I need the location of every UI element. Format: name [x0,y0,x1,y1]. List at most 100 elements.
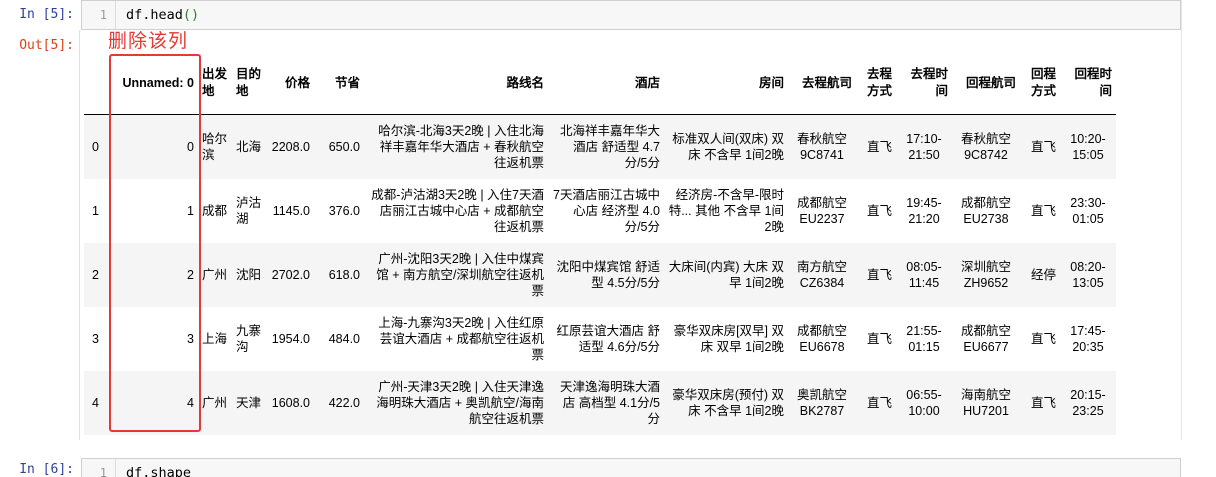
cell-route: 广州-天津3天2晚 | 入住天津逸海明珠大酒店 + 奥凯航空/海南航空往返机票 [376,379,544,426]
cell-back-time: 10:20-15:05 [1070,131,1106,162]
cell-back-time: 08:20-13:05 [1070,259,1106,290]
cell-back-time: 17:45-20:35 [1070,323,1106,354]
cell-unnamed: 0 [187,139,194,154]
col-header-save: 节省 [314,52,364,115]
cell-price: 1954.0 [271,331,310,346]
cell-to: 北海 [236,139,262,154]
col-header-go-time: 去程时间 [896,52,952,115]
cell-from: 哈尔滨 [202,131,228,162]
cell-unnamed: 2 [187,267,194,282]
cell-back-type: 经停 [1030,267,1056,282]
cell-back-airline: 深圳航空 ZH9652 [960,259,1011,290]
cell-hotel: 北海祥丰嘉年华大酒店 舒适型 4.7分/5分 [559,123,660,170]
cell-go-airline: 成都航空 EU2237 [796,195,847,226]
cell-unnamed: 1 [187,203,194,218]
table-row: 2 2 广州 沈阳 2702.0 618.0 广州-沈阳3天2晚 | 入住中煤宾… [84,242,1116,307]
cell5-in-prompt: In [5]: [19,7,74,22]
col-header-to: 目的地 [232,52,266,115]
col-header-room: 房间 [664,52,788,115]
scrollbar-edge [1181,0,1182,440]
cell-go-type: 直飞 [866,139,892,154]
cell-to: 泸沽湖 [236,195,262,226]
cell-go-type: 直飞 [866,267,892,282]
cell-back-type: 直飞 [1030,331,1056,346]
table-header-row: Unnamed: 0 出发地 目的地 价格 节省 路线名 酒店 房间 去程航司 … [84,52,1116,115]
cell-price: 2208.0 [271,139,310,154]
cell-to: 沈阳 [236,267,262,282]
row-index: 3 [92,331,99,346]
table-row: 3 3 上海 九寨沟 1954.0 484.0 上海-九寨沟3天2晚 | 入住红… [84,307,1116,371]
col-header-price: 价格 [266,52,314,115]
cell-room: 豪华双床房[双早] 双床 双早 1间2晚 [673,323,784,354]
output-frame [79,30,80,440]
cell-unnamed: 4 [187,395,194,410]
cell-from: 上海 [202,331,228,346]
cell-go-time: 17:10-21:50 [906,131,942,162]
cell-go-airline: 奥凯航空 BK2787 [796,387,847,418]
cell-back-type: 直飞 [1030,395,1056,410]
cell-save: 422.0 [328,395,360,410]
col-header-unnamed: Unnamed: 0 [106,52,198,115]
cell-go-time: 21:55-01:15 [906,323,942,354]
cell-price: 1608.0 [271,395,310,410]
cell-price: 2702.0 [271,267,310,282]
cell-save: 650.0 [328,139,360,154]
col-header-back-time: 回程时间 [1060,52,1116,115]
code-text: df.head [126,7,183,23]
cell-go-time: 06:55-10:00 [906,387,942,418]
cell5-code[interactable]: df.head() [126,1,199,29]
table-row: 0 0 哈尔滨 北海 2208.0 650.0 哈尔滨-北海3天2晚 | 入住北… [84,114,1116,179]
col-header-from: 出发地 [198,52,232,115]
cell-hotel: 红原芸谊大酒店 舒适型 4.6分/5分 [556,323,660,354]
cell-from: 成都 [202,203,228,218]
cell-room: 标准双人间(双床) 双床 不含早 1间2晚 [672,131,784,162]
col-header-back-type: 回程方式 [1020,52,1060,115]
cell-back-time: 23:30-01:05 [1070,195,1106,226]
cell6-code-input[interactable]: 1 df.shape [81,458,1181,477]
cell-back-airline: 海南航空 HU7201 [960,387,1011,418]
cell-from: 广州 [202,267,228,282]
cell-room: 大床间(内宾) 大床 双早 1间2晚 [668,259,784,290]
cell-route: 成都-泸沽湖3天2晚 | 入住7天酒店丽江古城中心店 + 成都航空往返机票 [371,187,544,234]
notebook: In [5]: 1 df.head() Out[5]: Unnamed: 0 出… [0,0,1216,477]
cell-room: 豪华双床房(预付) 双床 不含早 1间2晚 [672,387,784,418]
cell-back-airline: 春秋航空 9C8742 [960,131,1011,162]
cell-back-airline: 成都航空 EU6677 [960,323,1011,354]
col-header-go-type: 去程方式 [856,52,896,115]
cell-go-type: 直飞 [866,331,892,346]
cell6-code[interactable]: df.shape [126,459,191,477]
col-header-back-airline: 回程航司 [952,52,1020,115]
cell-save: 376.0 [328,203,360,218]
cell-room: 经济房-不含早-限时特... 其他 不含早 1间2晚 [668,187,784,234]
cell5-line-number: 1 [82,1,116,29]
cell-back-type: 直飞 [1030,139,1056,154]
table-row: 4 4 广州 天津 1608.0 422.0 广州-天津3天2晚 | 入住天津逸… [84,370,1116,435]
cell-price: 1145.0 [272,203,310,218]
cell-back-time: 20:15-23:25 [1070,387,1106,418]
cell-go-airline: 春秋航空 9C8741 [796,131,847,162]
cell-to: 九寨沟 [236,323,262,354]
col-header-route: 路线名 [364,52,548,115]
row-index: 0 [92,139,99,154]
cell-hotel: 沈阳中煤宾馆 舒适型 4.5分/5分 [556,259,660,290]
dataframe-table: Unnamed: 0 出发地 目的地 价格 节省 路线名 酒店 房间 去程航司 … [84,52,1116,435]
cell-to: 天津 [236,395,262,410]
row-index: 2 [92,267,99,282]
cell-go-time: 19:45-21:20 [906,195,942,226]
col-header-hotel: 酒店 [548,52,664,115]
cell-go-airline: 南方航空 CZ6384 [796,259,847,290]
cell-hotel: 7天酒店丽江古城中心店 经济型 4.0分/5分 [553,187,660,234]
cell-go-time: 08:05-11:45 [906,259,942,290]
cell-from: 广州 [202,395,228,410]
cell-save: 618.0 [328,267,360,282]
cell-back-type: 直飞 [1030,203,1056,218]
cell-route: 上海-九寨沟3天2晚 | 入住红原芸谊大酒店 + 成都航空往返机票 [378,315,544,362]
cell5-code-input[interactable]: 1 df.head() [81,0,1181,30]
row-index: 4 [92,395,99,410]
cell-route: 广州-沈阳3天2晚 | 入住中煤宾馆 + 南方航空/深圳航空往返机票 [376,251,544,298]
cell6-line-number: 1 [82,459,116,477]
cell5-out-prompt: Out[5]: [19,38,74,53]
code-parens: () [182,7,200,23]
cell-route: 哈尔滨-北海3天2晚 | 入住北海祥丰嘉年华大酒店 + 春秋航空往返机票 [378,123,544,170]
cell-hotel: 天津逸海明珠大酒店 高档型 4.1分/5分 [559,379,660,426]
